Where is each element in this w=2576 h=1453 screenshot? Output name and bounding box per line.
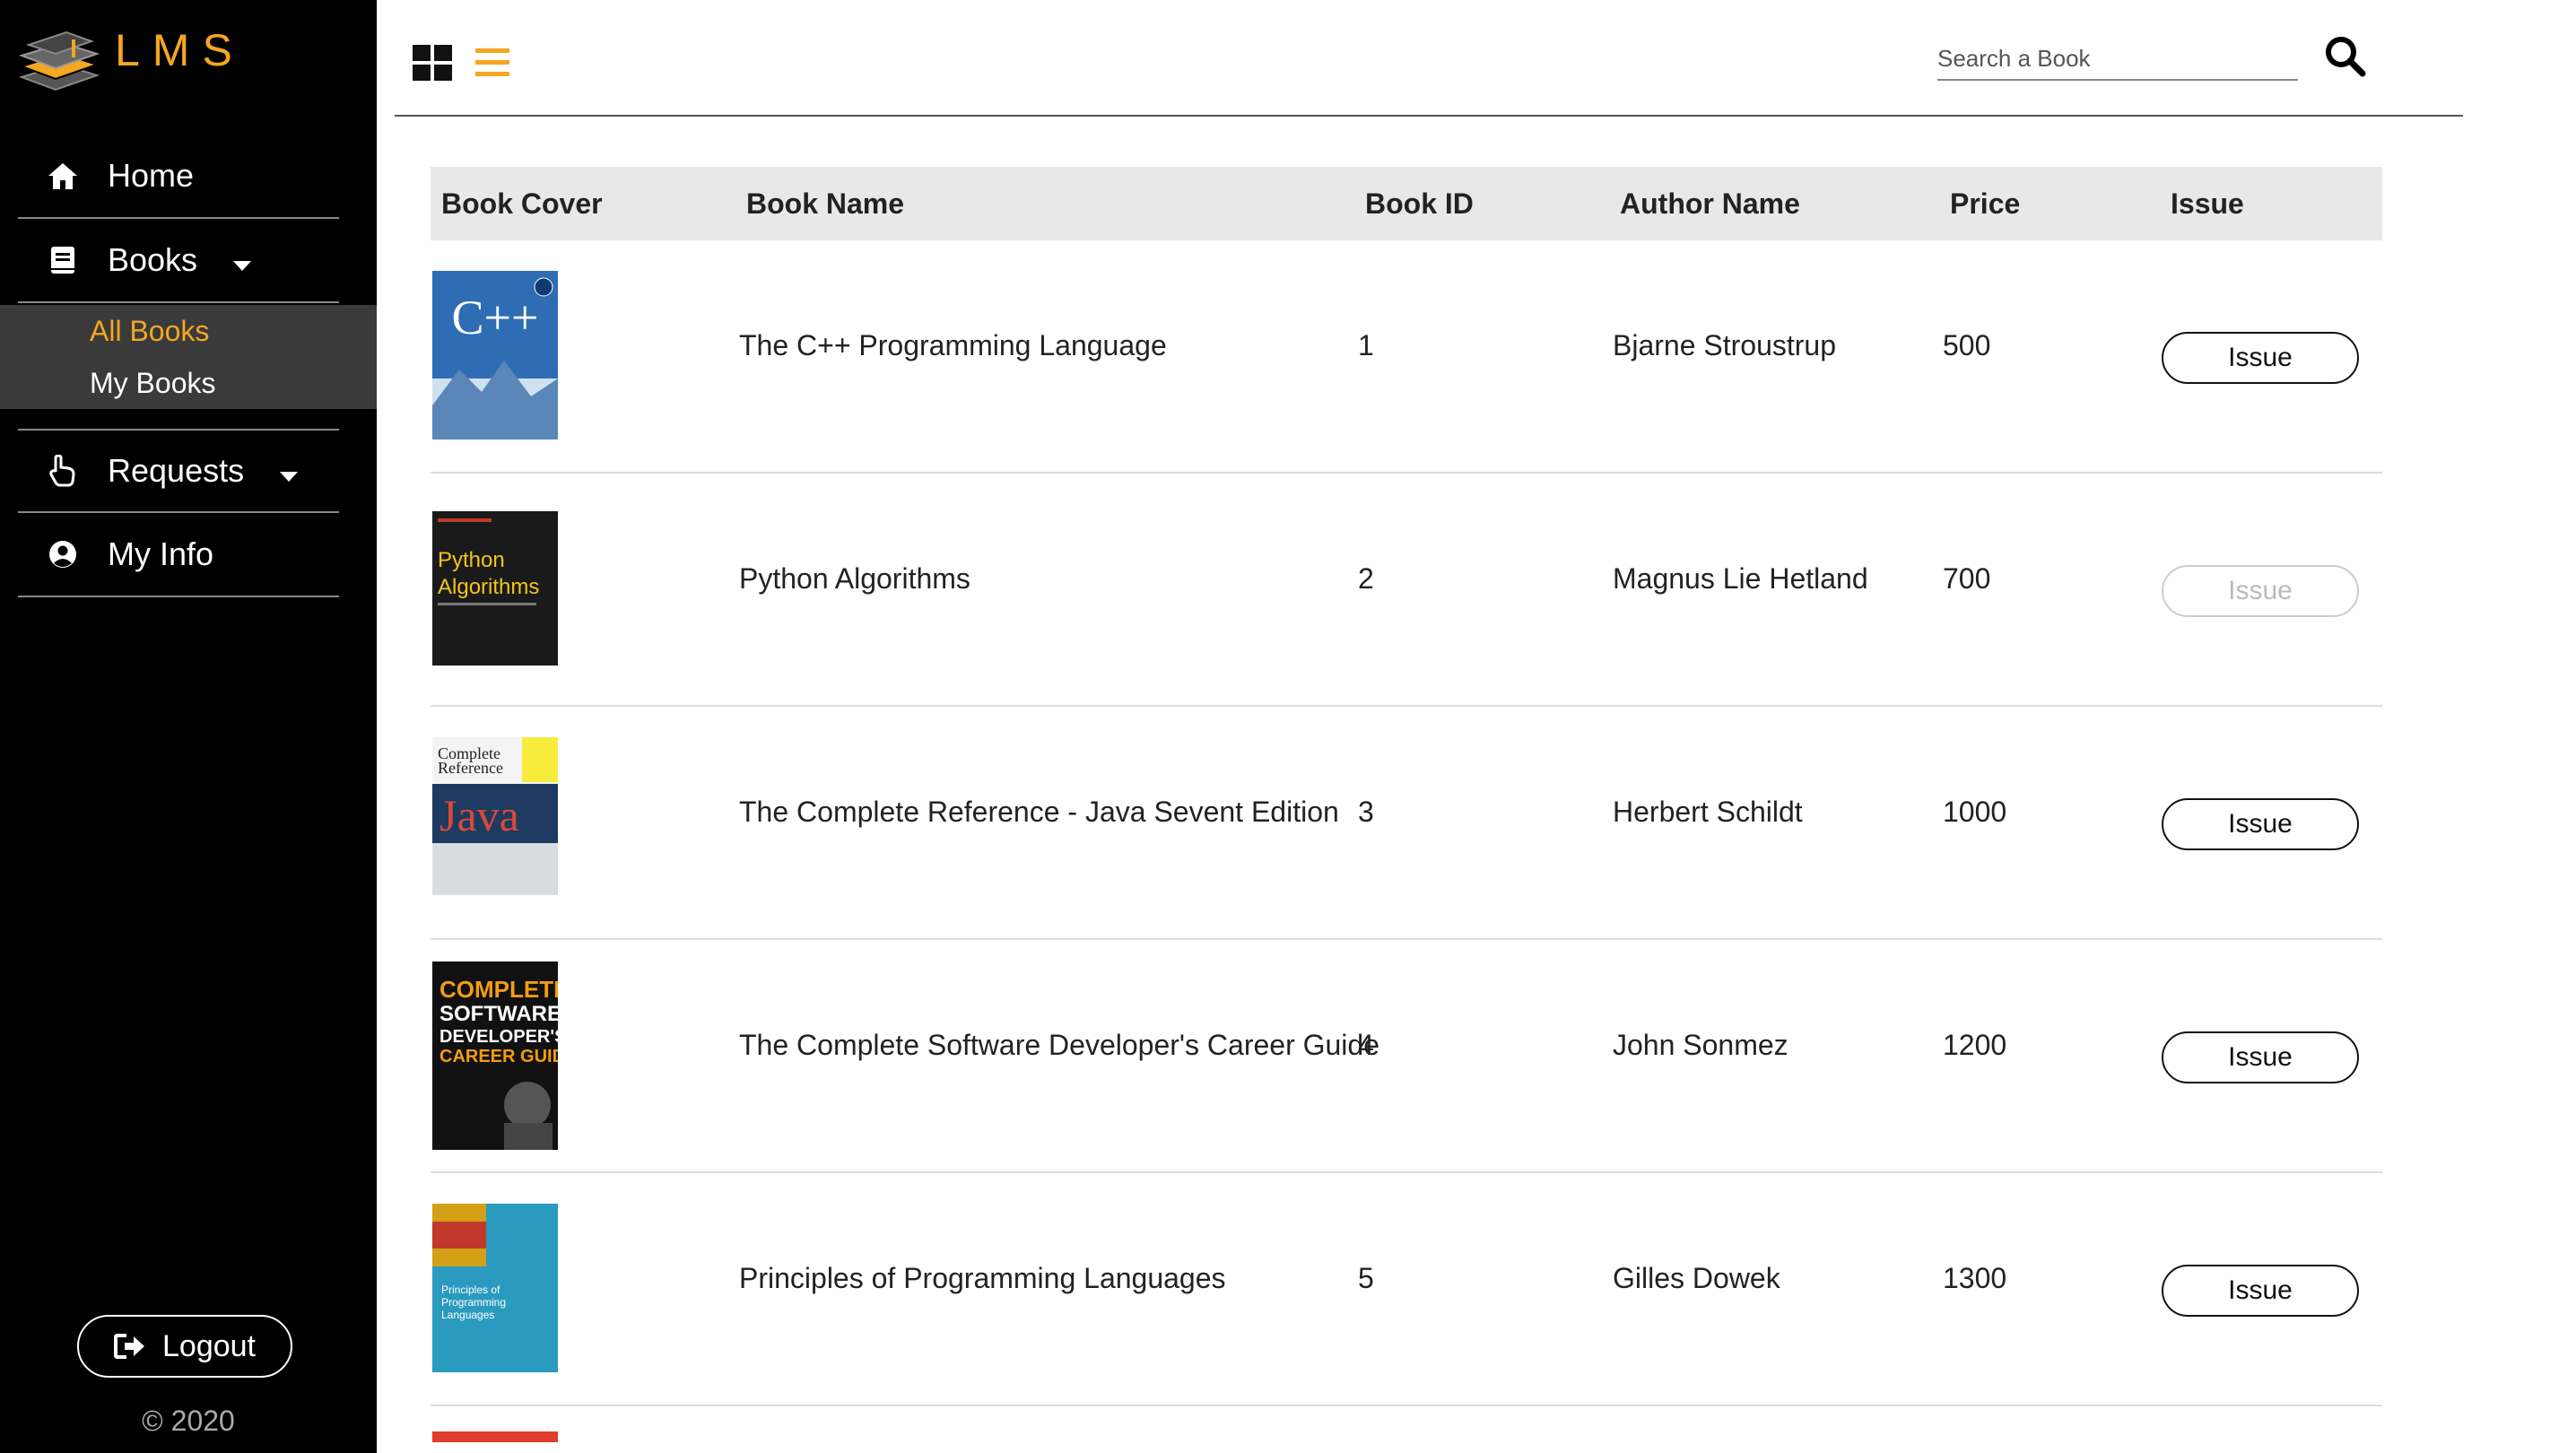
- app-logo[interactable]: LMS: [16, 25, 245, 99]
- book-price: 700: [1943, 561, 1991, 595]
- logout-button[interactable]: Logout: [77, 1315, 292, 1378]
- author-name: Magnus Lie Hetland: [1613, 561, 1868, 595]
- book-id: 1: [1358, 328, 1374, 361]
- sidebar: LMS Home Books Requests My Info All Book…: [0, 0, 377, 1453]
- book-cover-image[interactable]: Python Algorithms: [432, 511, 558, 670]
- svg-text:Java: Java: [439, 790, 519, 840]
- issue-button[interactable]: Issue: [2162, 565, 2359, 617]
- book-id: 2: [1358, 561, 1374, 595]
- chevron-down-icon[interactable]: [233, 260, 252, 271]
- svg-text:Languages: Languages: [441, 1309, 494, 1321]
- book-name: Principles of Programming Languages: [739, 1261, 1226, 1294]
- table-row: C++ The C++ Programming Language 1 Bjarn…: [431, 240, 2382, 474]
- issue-button[interactable]: Issue: [2162, 798, 2359, 850]
- app-title: LMS: [115, 25, 245, 75]
- search-input[interactable]: [1937, 38, 2298, 81]
- author-name: John Sonmez: [1613, 1028, 1788, 1061]
- svg-text:Algorithms: Algorithms: [438, 575, 539, 599]
- header-book-id: Book ID: [1365, 187, 1474, 220]
- book-cover-image[interactable]: C++: [432, 271, 558, 444]
- book-price: 500: [1943, 328, 1991, 361]
- svg-text:CAREER GUIDE: CAREER GUIDE: [439, 1047, 558, 1066]
- issue-button[interactable]: Issue: [2162, 1031, 2359, 1083]
- book-id: 5: [1358, 1261, 1374, 1294]
- book-name: The Complete Reference - Java Sevent Edi…: [739, 795, 1339, 828]
- sidebar-item-label: Requests: [108, 452, 245, 489]
- books-submenu: All Books My Books: [0, 305, 377, 409]
- header-book-cover: Book Cover: [441, 187, 603, 220]
- table-row: Python Algorithms Python Algorithms 2 Ma…: [431, 474, 2382, 707]
- book-price: 1000: [1943, 795, 2007, 828]
- table-row: COMPLETE SOFTWARE DEVELOPER'S CAREER GUI…: [431, 940, 2382, 1173]
- logout-label: Logout: [162, 1328, 256, 1363]
- home-icon: [45, 158, 81, 194]
- submenu-item-all-books[interactable]: All Books: [0, 305, 377, 357]
- author-name: Bjarne Stroustrup: [1613, 328, 1837, 361]
- table-row: Complete Reference Java The Complete Ref…: [431, 707, 2382, 940]
- book-cover-image[interactable]: Complete Reference Java: [432, 737, 558, 900]
- hand-pointer-icon: [45, 453, 81, 489]
- svg-text:COMPLETE: COMPLETE: [439, 976, 558, 1003]
- sidebar-item-home[interactable]: Home: [18, 135, 339, 219]
- sidebar-item-label: Books: [108, 241, 198, 278]
- author-name: Herbert Schildt: [1613, 795, 1803, 828]
- svg-text:SOFTWARE: SOFTWARE: [439, 1002, 558, 1026]
- svg-text:C++: C++: [452, 291, 539, 344]
- issue-button[interactable]: Issue: [2162, 1265, 2359, 1317]
- submenu-item-my-books[interactable]: My Books: [0, 357, 377, 409]
- sidebar-item-books[interactable]: Books: [18, 219, 339, 303]
- sidebar-item-requests[interactable]: Requests: [18, 429, 339, 513]
- svg-text:Python: Python: [438, 548, 505, 572]
- table-row: Principles of Programming Languages Prin…: [431, 1173, 2382, 1406]
- header-price: Price: [1950, 187, 2021, 220]
- table-header: Book Cover Book Name Book ID Author Name…: [431, 167, 2382, 240]
- book-id: 4: [1358, 1028, 1374, 1061]
- issue-button[interactable]: Issue: [2162, 332, 2359, 384]
- header-book-name: Book Name: [746, 187, 905, 220]
- top-bar: [395, 0, 2463, 117]
- chevron-down-icon[interactable]: [280, 471, 299, 482]
- svg-text:Reference: Reference: [438, 759, 503, 777]
- svg-text:DEVELOPER'S: DEVELOPER'S: [439, 1027, 558, 1047]
- book-cover-image[interactable]: [432, 1431, 558, 1442]
- sign-out-icon: [114, 1333, 146, 1360]
- book-cover-image[interactable]: COMPLETE SOFTWARE DEVELOPER'S CAREER GUI…: [432, 961, 577, 1154]
- svg-text:Principles of: Principles of: [441, 1283, 500, 1296]
- sidebar-item-my-info[interactable]: My Info: [18, 513, 339, 597]
- book-icon: [45, 242, 81, 278]
- header-author-name: Author Name: [1620, 187, 1800, 220]
- book-id: 3: [1358, 795, 1374, 828]
- copyright-text: © 2020: [142, 1405, 235, 1437]
- table-row-partial: [431, 1406, 2382, 1442]
- book-price: 1200: [1943, 1028, 2007, 1061]
- book-name: The Complete Software Developer's Career…: [739, 1028, 1379, 1061]
- list-view-icon[interactable]: [475, 47, 509, 79]
- author-name: Gilles Dowek: [1613, 1261, 1780, 1294]
- search-icon[interactable]: [2323, 34, 2368, 79]
- grid-view-icon[interactable]: [413, 45, 452, 81]
- header-issue: Issue: [2171, 187, 2244, 220]
- book-name: Python Algorithms: [739, 561, 970, 595]
- svg-text:Programming: Programming: [441, 1296, 506, 1309]
- book-price: 1300: [1943, 1261, 2007, 1294]
- book-cover-image[interactable]: Principles of Programming Languages: [432, 1204, 558, 1377]
- sidebar-item-label: Home: [108, 157, 195, 194]
- book-name: The C++ Programming Language: [739, 328, 1167, 361]
- books-table: Book Cover Book Name Book ID Author Name…: [431, 167, 2382, 1442]
- user-circle-icon: [45, 536, 81, 572]
- sidebar-item-label: My Info: [108, 535, 214, 572]
- books-stack-icon: [18, 30, 100, 91]
